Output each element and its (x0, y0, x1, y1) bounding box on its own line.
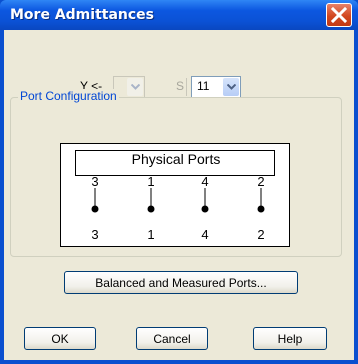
top-port-label: 4 (201, 174, 209, 189)
chevron-down-icon (127, 78, 143, 96)
help-button[interactable]: Help (253, 327, 327, 350)
bottom-port-label: 2 (257, 227, 265, 242)
window-title: More Admittances (10, 7, 154, 23)
s-label: S (176, 79, 185, 93)
close-button[interactable] (326, 3, 352, 27)
chevron-down-icon (223, 78, 239, 96)
physical-ports-title: Physical Ports (131, 151, 221, 167)
close-icon (331, 7, 347, 23)
separator (186, 78, 187, 96)
bottom-port-label: 4 (201, 227, 209, 242)
bottom-port-label: 3 (91, 227, 99, 242)
ok-button[interactable]: OK (24, 327, 96, 350)
top-port-label: 1 (147, 174, 155, 189)
port-pin-icon (257, 188, 265, 213)
port-configuration-title: Port Configuration (18, 89, 119, 103)
port-pin-icon (147, 188, 155, 213)
balanced-measured-ports-button[interactable]: Balanced and Measured Ports... (64, 271, 298, 294)
title-bar[interactable]: More Admittances (0, 0, 358, 30)
cancel-button[interactable]: Cancel (136, 327, 208, 350)
bottom-port-label: 1 (147, 227, 155, 242)
top-port-label: 3 (91, 174, 99, 189)
port-index-value: 11 (197, 79, 210, 93)
port-pin-icon (91, 188, 99, 213)
port-pin-icon (201, 188, 209, 213)
top-port-label: 2 (257, 174, 265, 189)
physical-ports-box: Physical Ports (75, 150, 275, 176)
port-index-selector[interactable]: 11 (191, 76, 241, 98)
